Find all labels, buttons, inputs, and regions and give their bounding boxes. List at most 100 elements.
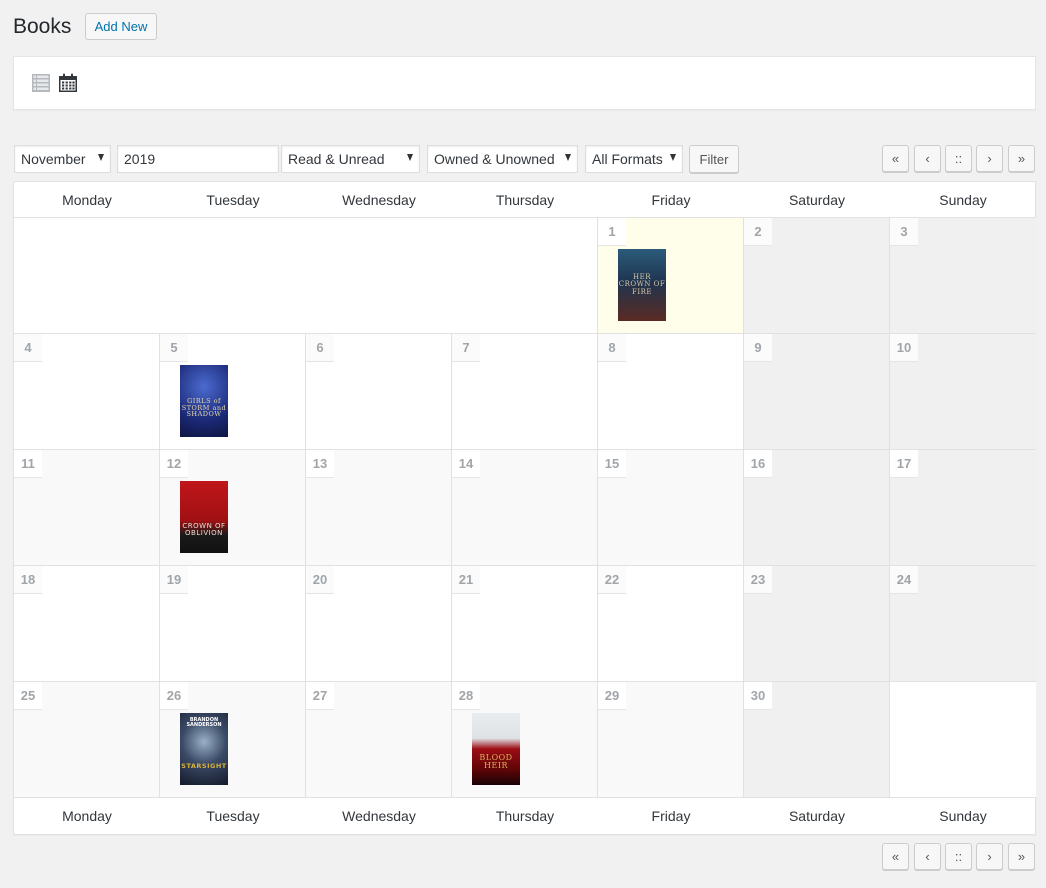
empty-day-cell (14, 218, 598, 333)
day-cell[interactable]: 13 (306, 450, 452, 565)
day-number: 12 (160, 450, 188, 478)
weekday-label: Saturday (788, 191, 846, 208)
book-cover[interactable]: BLOOD HEIR (472, 713, 520, 785)
weekday-label: Sunday (939, 808, 987, 824)
day-cell[interactable]: 3 (890, 218, 1036, 333)
next-page-button[interactable]: › (976, 145, 1003, 172)
book-cover[interactable]: HER CROWN OF FIRE (618, 249, 666, 321)
day-number: 29 (598, 682, 626, 710)
book-cover[interactable]: CROWN OF OBLIVION (180, 481, 228, 553)
first-page-button[interactable]: « (882, 843, 909, 870)
year-input[interactable]: 2019 (117, 145, 279, 173)
book-cover[interactable]: GIRLS of STORM and SHADOW (180, 365, 228, 437)
add-new-button[interactable]: Add New (85, 13, 157, 40)
day-number: 17 (890, 450, 918, 478)
day-cell[interactable]: 15 (598, 450, 744, 565)
day-cell[interactable]: 14 (452, 450, 598, 565)
day-number: 20 (306, 566, 334, 594)
day-cell[interactable]: 19 (160, 566, 306, 681)
day-number: 13 (306, 450, 334, 478)
chevron-down-icon (565, 154, 571, 161)
day-number: 11 (14, 450, 42, 478)
day-cell[interactable]: 23 (744, 566, 890, 681)
calendar-view-icon[interactable] (58, 73, 78, 93)
first-page-button[interactable]: « (882, 145, 909, 172)
day-cell[interactable]: 9 (744, 334, 890, 449)
ownership-value: Owned & Unowned (434, 151, 555, 167)
chevron-down-icon (407, 154, 413, 161)
day-number: 6 (306, 334, 334, 362)
day-number: 15 (598, 450, 626, 478)
book-cover-title: STARSIGHT (181, 761, 227, 770)
chevron-down-icon (670, 154, 676, 161)
day-cell[interactable]: 11 (14, 450, 160, 565)
weekday-label: Friday (651, 191, 691, 208)
day-cell[interactable]: 18 (14, 566, 160, 681)
day-number: 16 (744, 450, 772, 478)
filter-button[interactable]: Filter (689, 145, 739, 173)
last-page-button[interactable]: » (1008, 843, 1035, 870)
last-page-button[interactable]: » (1008, 145, 1035, 172)
weekday-label: Monday (62, 191, 112, 208)
next-page-button[interactable]: › (976, 843, 1003, 870)
day-number: 3 (890, 218, 918, 246)
day-cell[interactable]: 20 (306, 566, 452, 681)
day-number: 23 (744, 566, 772, 594)
year-input-value: 2019 (124, 151, 156, 167)
day-cell[interactable]: 24 (890, 566, 1036, 681)
day-number: 14 (452, 450, 480, 478)
day-cell[interactable]: 4 (14, 334, 160, 449)
prev-page-button[interactable]: ‹ (914, 145, 941, 172)
book-cover-author: BRANDON SANDERSON (186, 717, 222, 729)
format-select[interactable]: All Formats (585, 145, 683, 173)
day-cell[interactable]: 28 BLOOD HEIR (452, 682, 598, 797)
ownership-select[interactable]: Owned & Unowned (427, 145, 578, 173)
day-cell[interactable]: 8 (598, 334, 744, 449)
day-cell[interactable]: 21 (452, 566, 598, 681)
day-number: 24 (890, 566, 918, 594)
day-cell[interactable]: 29 (598, 682, 744, 797)
day-cell[interactable]: 7 (452, 334, 598, 449)
read-status-select[interactable]: Read & Unread (281, 145, 420, 173)
weekday-footer: Monday Tuesday Wednesday Thursday Friday… (14, 798, 1035, 834)
day-number: 22 (598, 566, 626, 594)
book-cover[interactable]: BRANDON SANDERSON STARSIGHT (180, 713, 228, 785)
day-number: 2 (744, 218, 772, 246)
day-cell[interactable]: 5 GIRLS of STORM and SHADOW (160, 334, 306, 449)
calendar-week: 11 12 CROWN OF OBLIVION 13 14 15 16 17 (14, 450, 1036, 566)
day-cell[interactable]: 17 (890, 450, 1036, 565)
day-number: 9 (744, 334, 772, 362)
weekday-label: Friday (651, 808, 691, 824)
book-cover-title: CROWN OF OBLIVION (182, 521, 226, 537)
day-number: 8 (598, 334, 626, 362)
prev-page-button[interactable]: ‹ (914, 843, 941, 870)
calendar-week: 4 5 GIRLS of STORM and SHADOW 6 7 8 9 10 (14, 334, 1036, 450)
day-cell[interactable]: 16 (744, 450, 890, 565)
day-cell[interactable]: 2 (744, 218, 890, 333)
month-select[interactable]: November (14, 145, 111, 173)
day-cell[interactable]: 25 (14, 682, 160, 797)
day-cell[interactable]: 30 (744, 682, 890, 797)
weekday-label: Monday (62, 808, 112, 824)
chevron-down-icon (98, 154, 104, 161)
day-cell[interactable]: 6 (306, 334, 452, 449)
day-cell[interactable]: 10 (890, 334, 1036, 449)
current-page-button[interactable]: :: (945, 145, 972, 172)
weekday-label: Wednesday (342, 808, 416, 824)
weekday-label: Wednesday (342, 191, 416, 208)
calendar-week: 18 19 20 21 22 23 24 (14, 566, 1036, 682)
day-number: 27 (306, 682, 334, 710)
day-cell[interactable]: 1 HER CROWN OF FIRE (598, 218, 744, 333)
day-number: 28 (452, 682, 480, 710)
day-cell[interactable]: 27 (306, 682, 452, 797)
current-page-button[interactable]: :: (945, 843, 972, 870)
book-cover-title: BLOOD HEIR (479, 752, 513, 770)
day-cell[interactable]: 26 BRANDON SANDERSON STARSIGHT (160, 682, 306, 797)
list-view-icon[interactable] (31, 73, 51, 93)
weekday-label: Sunday (939, 191, 987, 208)
page-title: Books (13, 15, 72, 38)
read-status-value: Read & Unread (288, 151, 385, 167)
day-number: 5 (160, 334, 188, 362)
day-cell[interactable]: 22 (598, 566, 744, 681)
day-cell[interactable]: 12 CROWN OF OBLIVION (160, 450, 306, 565)
